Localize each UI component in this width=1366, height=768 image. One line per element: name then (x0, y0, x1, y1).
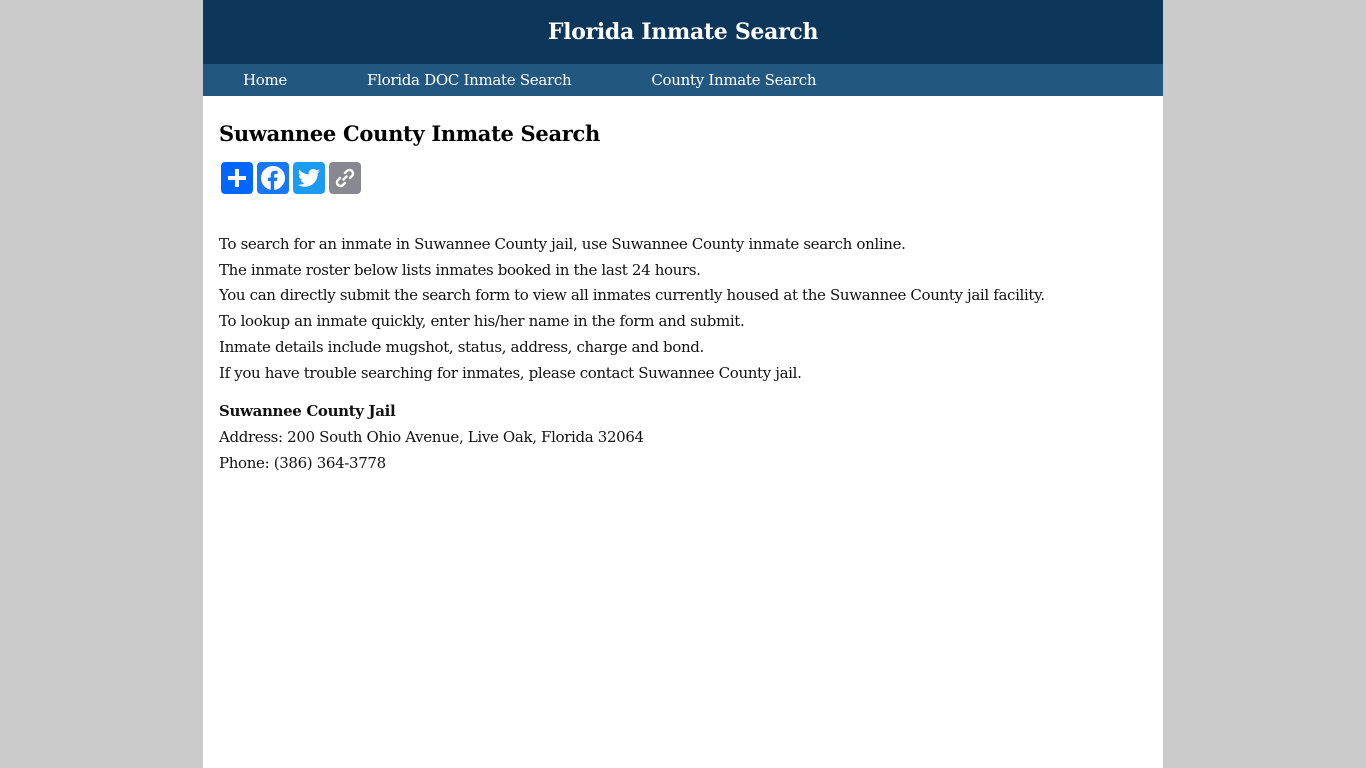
share-button[interactable] (221, 162, 253, 194)
site-header: Florida Inmate Search (203, 0, 1163, 64)
jail-info: Suwannee County Jail Address: 200 South … (219, 399, 1147, 476)
intro-line: Inmate details include mugshot, status, … (219, 337, 704, 356)
intro-line: To lookup an inmate quickly, enter his/h… (219, 312, 745, 331)
plus-icon (228, 169, 246, 187)
intro-line: The inmate roster below lists inmates bo… (219, 260, 701, 279)
main-content: Suwannee County Inmate Search To search … (203, 120, 1163, 476)
nav-home-link[interactable]: Home (243, 71, 287, 89)
intro-text: To search for an inmate in Suwannee Coun… (219, 232, 1147, 386)
main-nav: Home Florida DOC Inmate Search County In… (203, 64, 1163, 96)
page-title: Suwannee County Inmate Search (219, 121, 601, 146)
link-icon (335, 168, 355, 188)
intro-line: If you have trouble searching for inmate… (219, 363, 802, 382)
nav-florida-doc-link[interactable]: Florida DOC Inmate Search (367, 71, 572, 89)
facebook-icon (261, 166, 285, 190)
intro-line: You can directly submit the search form … (219, 286, 1045, 305)
copy-link-button[interactable] (329, 162, 361, 194)
jail-name: Suwannee County Jail (219, 402, 396, 421)
share-buttons (221, 162, 1147, 194)
site-title-link[interactable]: Florida Inmate Search (548, 19, 819, 45)
facebook-share-button[interactable] (257, 162, 289, 194)
jail-phone: Phone: (386) 364-3778 (219, 453, 386, 472)
twitter-icon (298, 169, 320, 187)
twitter-share-button[interactable] (293, 162, 325, 194)
page-container: Florida Inmate Search Home Florida DOC I… (203, 0, 1163, 768)
intro-line: To search for an inmate in Suwannee Coun… (219, 235, 906, 253)
nav-county-search-link[interactable]: County Inmate Search (651, 71, 816, 89)
jail-address: Address: 200 South Ohio Avenue, Live Oak… (219, 427, 644, 446)
